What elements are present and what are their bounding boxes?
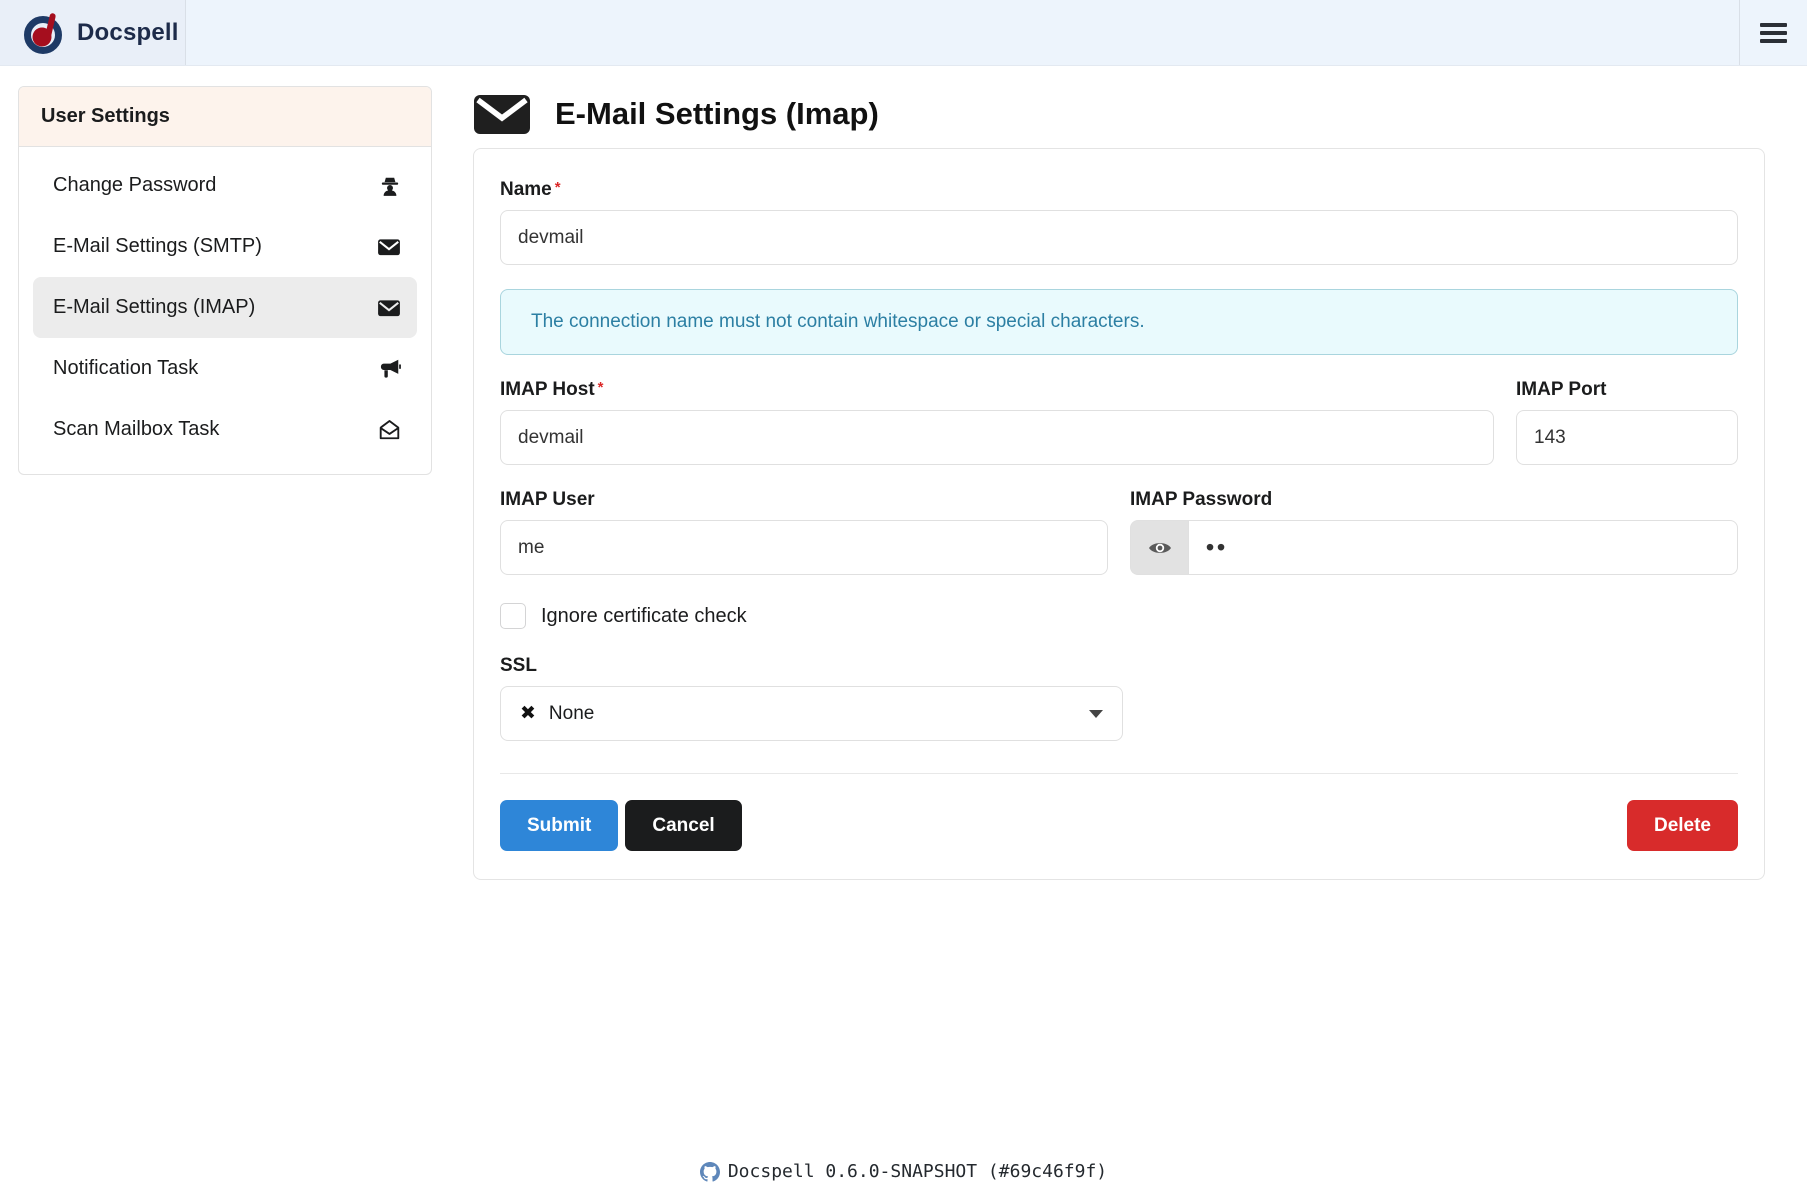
imap-port-input[interactable] [1516, 410, 1738, 465]
chevron-down-icon [1089, 710, 1103, 718]
password-input-group [1130, 520, 1738, 575]
eye-icon [1148, 539, 1172, 557]
sidebar-item-label: Notification Task [53, 357, 198, 380]
sidebar-item-label: Scan Mailbox Task [53, 418, 219, 441]
brand-logo-link[interactable]: Docspell [0, 0, 186, 65]
imap-host-input[interactable] [500, 410, 1494, 465]
ssl-selected-value: None [549, 703, 594, 725]
form-divider [500, 773, 1738, 774]
app-window: Docspell User Settings Change Password [0, 0, 1807, 1188]
info-message: The connection name must not contain whi… [500, 289, 1738, 355]
ssl-dropdown[interactable]: ✖ None [500, 686, 1123, 741]
sidebar-item-scan-mailbox-task[interactable]: Scan Mailbox Task [33, 399, 417, 460]
imap-user-label: IMAP User [500, 489, 1108, 511]
ssl-label: SSL [500, 655, 1123, 677]
hamburger-icon [1760, 31, 1787, 35]
sidebar-item-notification-task[interactable]: Notification Task [33, 338, 417, 399]
host-port-row: IMAP Host* IMAP Port [500, 379, 1738, 465]
top-navbar: Docspell [0, 0, 1807, 66]
user-settings-sidebar: User Settings Change Password E-Mail [18, 86, 432, 475]
ssl-field-group: SSL ✖ None [500, 655, 1123, 741]
main-panel: E-Mail Settings (Imap) Name* The connect… [473, 86, 1765, 880]
imap-port-label: IMAP Port [1516, 379, 1738, 401]
cancel-button[interactable]: Cancel [625, 800, 741, 851]
required-asterisk: * [555, 179, 561, 196]
imap-settings-form: Name* The connection name must not conta… [473, 148, 1765, 880]
info-message-text: The connection name must not contain whi… [531, 311, 1145, 333]
submit-button[interactable]: Submit [500, 800, 618, 851]
sidebar-menu: Change Password E-Mail Settings (SMTP) [19, 147, 431, 474]
sidebar-item-label: E-Mail Settings (SMTP) [53, 235, 262, 258]
hamburger-menu-button[interactable] [1739, 0, 1807, 65]
sidebar-item-change-password[interactable]: Change Password [33, 155, 417, 216]
name-label: Name* [500, 179, 1738, 201]
imap-host-label: IMAP Host* [500, 379, 1494, 401]
sidebar-item-label: Change Password [53, 174, 216, 197]
ignore-cert-checkbox[interactable] [500, 603, 526, 629]
envelope-icon [377, 298, 401, 318]
navbar-spacer [186, 0, 1739, 65]
user-secret-icon [379, 175, 401, 197]
imap-host-field-group: IMAP Host* [500, 379, 1494, 465]
hamburger-icon [1760, 39, 1787, 43]
ignore-cert-row: Ignore certificate check [500, 603, 1738, 629]
envelope-icon [473, 92, 531, 136]
imap-password-input[interactable] [1188, 520, 1738, 575]
page-title-text: E-Mail Settings (Imap) [555, 96, 879, 132]
name-field-group: Name* [500, 179, 1738, 265]
name-input[interactable] [500, 210, 1738, 265]
envelope-icon [377, 237, 401, 257]
footer: Docspell 0.6.0-SNAPSHOT (#69c46f9f) [0, 1161, 1807, 1182]
page-title: E-Mail Settings (Imap) [473, 86, 1765, 142]
times-icon: ✖ [520, 702, 536, 725]
imap-password-field-group: IMAP Password [1130, 489, 1738, 575]
imap-user-field-group: IMAP User [500, 489, 1108, 575]
bullhorn-icon [377, 358, 401, 380]
required-asterisk: * [598, 379, 604, 396]
ignore-cert-label: Ignore certificate check [541, 605, 747, 628]
imap-port-field-group: IMAP Port [1516, 379, 1738, 465]
content-area: User Settings Change Password E-Mail [0, 66, 1807, 880]
toggle-password-visibility-button[interactable] [1130, 520, 1188, 575]
github-icon[interactable] [700, 1162, 720, 1182]
docspell-logo-icon [22, 11, 66, 55]
imap-password-label: IMAP Password [1130, 489, 1738, 511]
sidebar-item-label: E-Mail Settings (IMAP) [53, 296, 255, 319]
sidebar-title: User Settings [19, 87, 431, 147]
sidebar-item-email-settings-imap[interactable]: E-Mail Settings (IMAP) [33, 277, 417, 338]
user-password-row: IMAP User IMAP Password [500, 489, 1738, 575]
imap-user-input[interactable] [500, 520, 1108, 575]
sidebar-item-email-settings-smtp[interactable]: E-Mail Settings (SMTP) [33, 216, 417, 277]
delete-button[interactable]: Delete [1627, 800, 1738, 851]
hamburger-icon [1760, 23, 1787, 27]
envelope-open-icon [378, 419, 401, 441]
version-text: Docspell 0.6.0-SNAPSHOT (#69c46f9f) [728, 1161, 1107, 1182]
form-actions: Submit Cancel Delete [500, 800, 1738, 851]
brand-title: Docspell [77, 19, 179, 47]
